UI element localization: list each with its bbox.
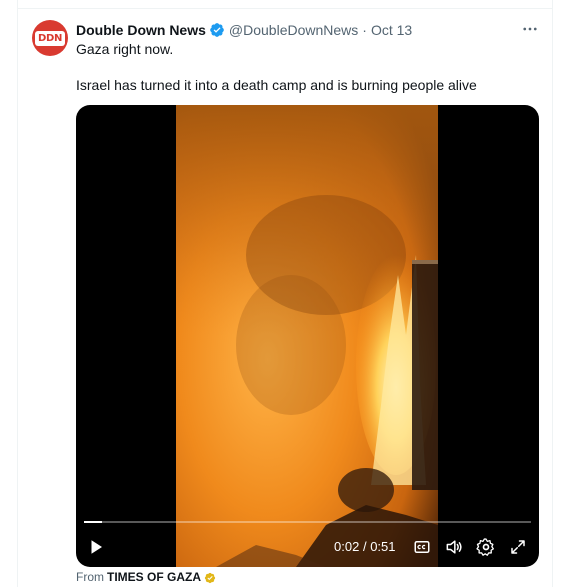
- tweet-text-line-1: Gaza right now.: [76, 41, 174, 57]
- handle[interactable]: @DoubleDownNews: [229, 22, 358, 38]
- timestamp[interactable]: Oct 13: [371, 22, 412, 38]
- captions-button[interactable]: [410, 535, 434, 559]
- video-frame[interactable]: [176, 105, 438, 567]
- avatar[interactable]: DDN: [32, 20, 68, 56]
- attribution-source-link[interactable]: TIMES OF GAZA: [107, 570, 201, 585]
- progress-bar[interactable]: [84, 521, 531, 523]
- media-attribution: From TIMES OF GAZA: [76, 570, 216, 585]
- settings-button[interactable]: [474, 535, 498, 559]
- fullscreen-button[interactable]: [506, 535, 530, 559]
- tweet-text-line-2: Israel has turned it into a death camp a…: [76, 77, 477, 93]
- gold-badge-icon: [204, 572, 216, 583]
- play-icon: [91, 540, 102, 554]
- video-player[interactable]: 0:02 / 0:51: [76, 105, 539, 567]
- volume-icon: [446, 540, 462, 554]
- duration-time: 0:51: [370, 539, 396, 554]
- verified-badge-icon: [210, 23, 224, 37]
- time-readout: 0:02 / 0:51: [334, 539, 396, 554]
- play-button[interactable]: [84, 535, 108, 559]
- separator-dot: ·: [362, 22, 367, 38]
- divider: [17, 8, 553, 9]
- volume-button[interactable]: [442, 535, 466, 559]
- time-separator: /: [362, 539, 367, 554]
- elapsed-time: 0:02: [334, 539, 360, 554]
- tweet-header: Double Down News @DoubleDownNews · Oct 1…: [76, 20, 412, 40]
- more-dots-icon: [523, 27, 537, 31]
- more-icon[interactable]: [518, 20, 542, 38]
- display-name[interactable]: Double Down News: [76, 22, 206, 38]
- attribution-prefix: From: [76, 570, 104, 584]
- captions-icon: [414, 541, 430, 553]
- fullscreen-icon: [511, 540, 525, 554]
- gear-icon: [476, 538, 494, 556]
- progress-fill: [84, 521, 102, 523]
- avatar-logo: DDN: [35, 30, 65, 46]
- video-controls: 0:02 / 0:51: [76, 535, 539, 561]
